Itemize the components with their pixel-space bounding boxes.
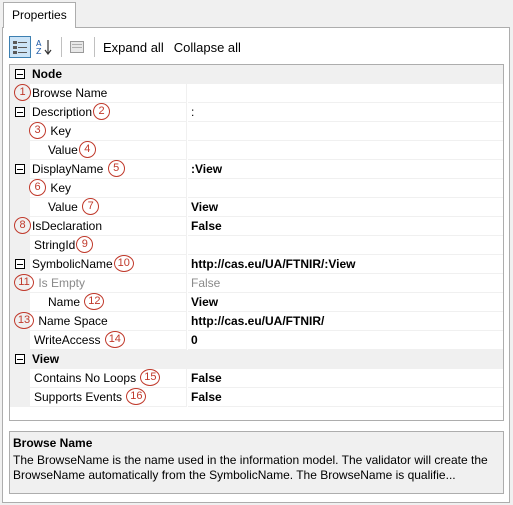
callout-badge: 5 <box>107 160 125 178</box>
help-description: The BrowseName is the name used in the i… <box>13 453 488 482</box>
callout-badge: 8 <box>14 217 31 235</box>
property-row-symbolic-name[interactable]: SymbolicName 10 http://cas.eu/UA/FTNIR/:V… <box>10 255 503 274</box>
property-row-display-value[interactable]: Value 7 View <box>10 198 503 217</box>
sort-az-icon: A Z <box>36 39 52 56</box>
property-pages-button[interactable] <box>66 36 88 58</box>
property-row-browse-name[interactable]: 1 Browse Name <box>10 84 503 103</box>
callout-badge: 4 <box>78 141 96 159</box>
property-row-display-key[interactable]: 6 Key <box>10 179 503 198</box>
toolbar-separator <box>61 37 62 57</box>
svg-text:Z: Z <box>36 47 42 56</box>
categorized-icon <box>13 41 27 54</box>
property-label: Browse Name <box>32 86 108 100</box>
property-row-contains-no-loops[interactable]: Contains No Loops 15 False <box>10 369 503 388</box>
property-label: Key <box>50 124 72 138</box>
property-label: Is Empty <box>38 276 86 290</box>
property-grid: Node 1Browse Name Description2 : 3 Key <box>9 64 504 421</box>
property-row-name[interactable]: Name 12 View <box>10 293 503 312</box>
collapse-toggle-icon[interactable] <box>15 164 25 174</box>
property-value[interactable]: View <box>188 198 503 217</box>
property-row-is-empty[interactable]: 11 Is Empty False <box>10 274 503 293</box>
property-value[interactable] <box>188 122 503 141</box>
property-label: Value <box>48 200 78 214</box>
callout-badge: 13 <box>14 312 34 330</box>
property-value[interactable]: 0 <box>188 331 503 350</box>
callout-badge: 11 <box>14 274 34 292</box>
property-value[interactable]: False <box>188 388 503 407</box>
category-node[interactable]: Node <box>10 65 503 84</box>
toolbar: A Z Expand all Collapse all <box>9 34 503 60</box>
property-value[interactable]: : <box>188 103 503 122</box>
callout-badge: 12 <box>84 293 105 311</box>
toolbar-separator <box>94 37 95 57</box>
property-label: Key <box>50 181 72 195</box>
property-label: WriteAccess <box>34 333 101 347</box>
category-view[interactable]: View <box>10 350 503 369</box>
property-label: Name <box>48 295 81 309</box>
property-value[interactable] <box>188 179 503 198</box>
callout-badge: 9 <box>76 236 94 254</box>
callout-badge: 10 <box>113 255 134 273</box>
property-row-is-declaration[interactable]: 8 IsDeclaration False <box>10 217 503 236</box>
property-value[interactable] <box>188 141 503 160</box>
tab-properties[interactable]: Properties <box>3 2 76 28</box>
property-value[interactable]: False <box>188 217 503 236</box>
callout-badge: 1 <box>14 84 31 102</box>
help-title: Browse Name <box>13 436 93 450</box>
callout-badge: 15 <box>140 369 161 387</box>
categorized-button[interactable] <box>9 36 31 58</box>
property-row-supports-events[interactable]: Supports Events 16 False <box>10 388 503 407</box>
property-value[interactable]: False <box>188 274 503 293</box>
property-row-name-space[interactable]: 13 Name Space http://cas.eu/UA/FTNIR/ <box>10 312 503 331</box>
expand-all-button[interactable]: Expand all <box>99 40 168 55</box>
property-value[interactable]: False <box>188 369 503 388</box>
tab-strip: Properties <box>0 0 513 28</box>
property-label: Contains No Loops <box>34 371 137 385</box>
property-value[interactable]: http://cas.eu/UA/FTNIR/:View <box>188 255 503 274</box>
property-label: Supports Events <box>34 390 123 404</box>
callout-badge: 14 <box>104 331 125 349</box>
property-value[interactable]: http://cas.eu/UA/FTNIR/ <box>188 312 503 331</box>
property-row-description[interactable]: Description 2 : <box>10 103 503 122</box>
callout-badge: 6 <box>29 179 46 197</box>
properties-panel: A Z Expand all Collapse all Node 1 Brows… <box>2 27 510 503</box>
property-row-display-name[interactable]: DisplayName 5 :View <box>10 160 503 179</box>
property-label: SymbolicName <box>32 257 113 271</box>
property-value[interactable]: View <box>188 293 503 312</box>
callout-badge: 7 <box>82 198 100 216</box>
property-label: IsDeclaration <box>32 219 103 233</box>
collapse-toggle-icon[interactable] <box>15 354 25 364</box>
collapse-toggle-icon[interactable] <box>15 259 25 269</box>
property-value[interactable] <box>188 236 503 255</box>
property-value[interactable] <box>188 84 503 103</box>
collapse-toggle-icon[interactable] <box>15 69 25 79</box>
callout-badge: 2 <box>93 103 111 121</box>
property-pages-icon <box>70 41 84 53</box>
collapse-toggle-icon[interactable] <box>15 107 25 117</box>
help-panel: Browse Name The BrowseName is the name u… <box>9 431 504 494</box>
property-row-string-id[interactable]: StringId 9 <box>10 236 503 255</box>
property-row-description-value[interactable]: Value 4 <box>10 141 503 160</box>
property-row-write-access[interactable]: WriteAccess 14 0 <box>10 331 503 350</box>
property-label: Value <box>48 143 78 157</box>
property-label: StringId <box>34 238 76 252</box>
property-label: Name Space <box>38 314 108 328</box>
property-label: Description <box>32 105 93 119</box>
callout-badge: 3 <box>29 122 46 140</box>
callout-badge: 16 <box>126 388 147 406</box>
property-row-description-key[interactable]: 3 Key <box>10 122 503 141</box>
property-label: DisplayName <box>32 162 104 176</box>
collapse-all-button[interactable]: Collapse all <box>170 40 245 55</box>
property-value[interactable]: :View <box>188 160 503 179</box>
alphabetical-button[interactable]: A Z <box>33 36 55 58</box>
